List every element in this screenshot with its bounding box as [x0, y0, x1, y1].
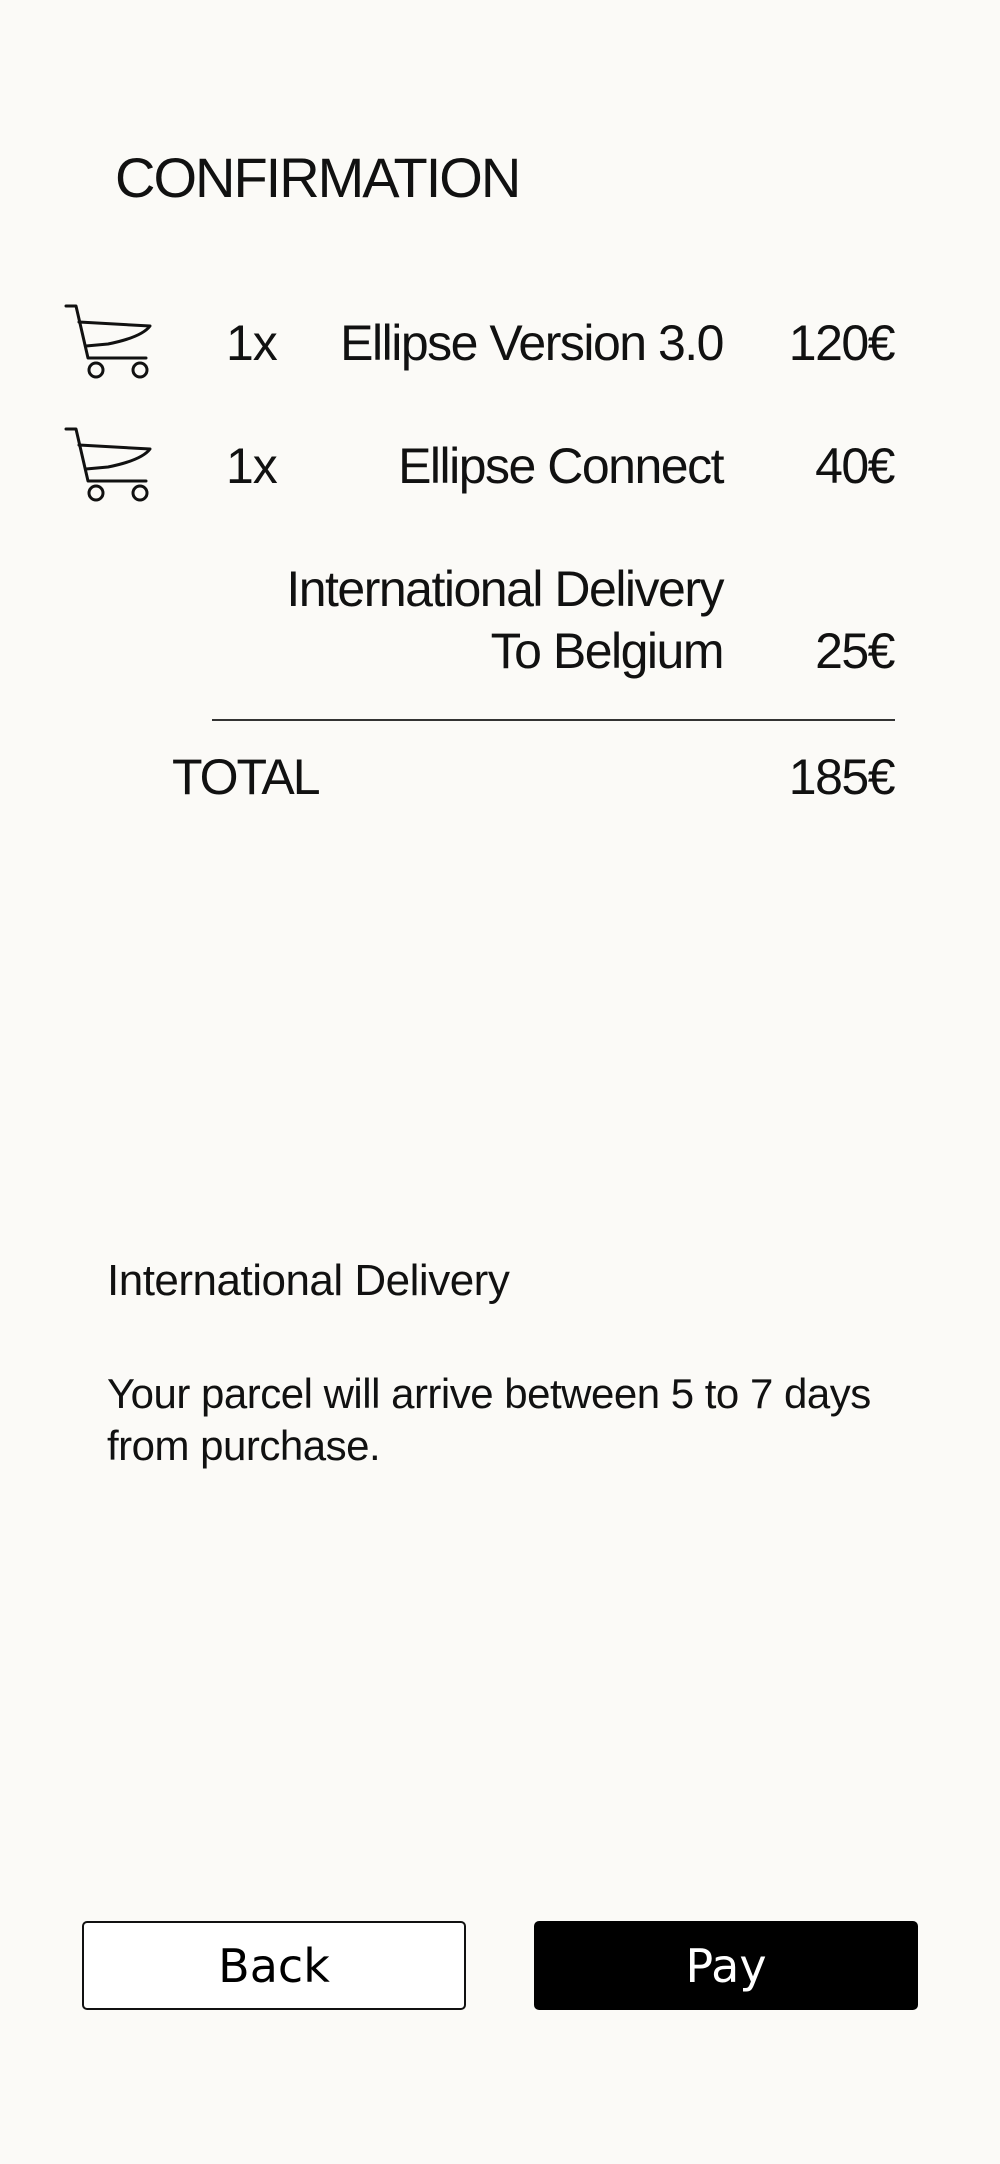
delivery-destination: To Belgium	[490, 623, 725, 679]
cart-icon	[64, 427, 152, 502]
cart-icon	[64, 304, 152, 379]
total-price: 185€	[788, 749, 896, 805]
item-name: Ellipse Connect	[398, 438, 724, 494]
item-name: Ellipse Version 3.0	[340, 315, 724, 371]
item-quantity: 1x	[226, 315, 278, 371]
delivery-price: 25€	[815, 623, 895, 679]
item-price: 40€	[815, 438, 895, 494]
total-label: TOTAL	[172, 749, 321, 805]
pay-button[interactable]: Pay	[534, 1921, 918, 2010]
page-title: CONFIRMATION	[115, 146, 521, 209]
order-item-row: 1x Ellipse Connect 40€	[0, 423, 1000, 513]
delivery-info-text: Your parcel will arrive between 5 to 7 d…	[107, 1370, 871, 1469]
total-divider	[212, 719, 895, 721]
item-quantity: 1x	[226, 438, 278, 494]
back-button[interactable]: Back	[82, 1921, 466, 2010]
delivery-info-title: International Delivery	[107, 1256, 510, 1305]
order-item-row: 1x Ellipse Version 3.0 120€	[0, 300, 1000, 390]
delivery-label: International Delivery	[286, 561, 724, 617]
item-price: 120€	[788, 315, 896, 371]
